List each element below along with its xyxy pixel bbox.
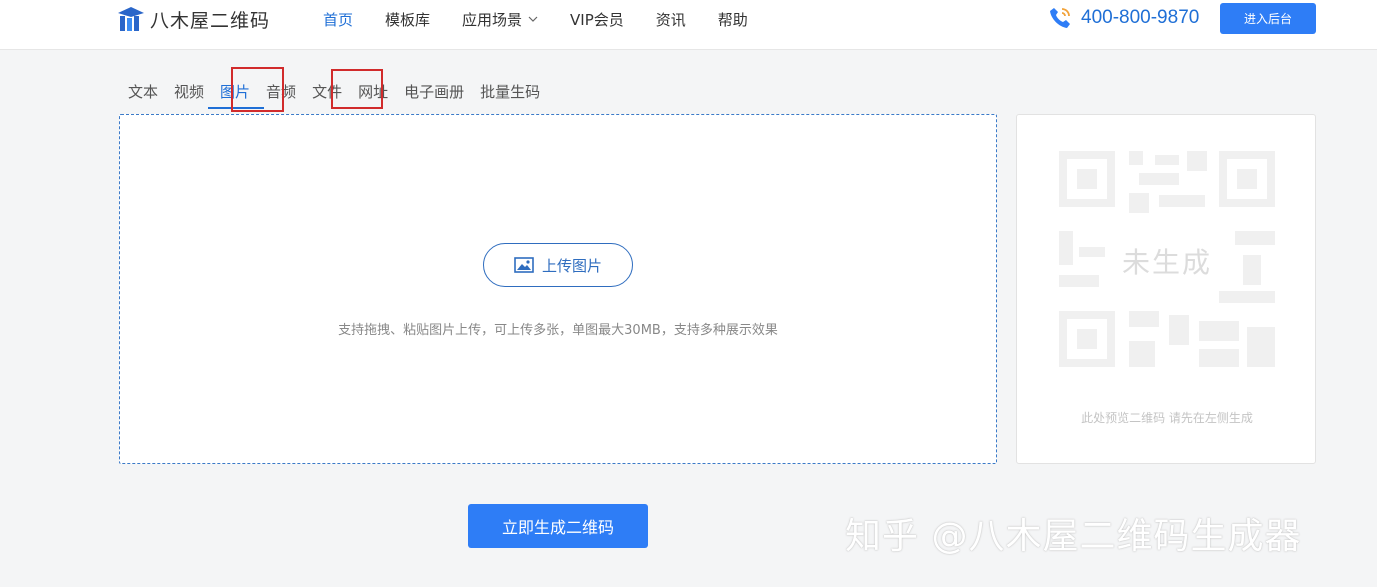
phone-icon [1050, 8, 1070, 28]
nav-home[interactable]: 首页 [323, 8, 353, 30]
nav-home-label: 首页 [323, 10, 354, 29]
zhihu-watermark: 知乎 @八木屋二维码生成器 [845, 516, 1302, 557]
logo-icon [118, 7, 144, 31]
upload-image-button[interactable]: 上传图片 [483, 243, 633, 287]
nav-news-label: 资讯 [655, 10, 686, 29]
nav-news[interactable]: 资讯 [656, 8, 686, 30]
phone-number: 400-800-9870 [1081, 7, 1200, 28]
preview-tip: 此处预览二维码 请先在左侧生成 [1081, 411, 1253, 425]
logo[interactable]: 八木屋二维码 [116, 4, 270, 34]
chevron-down-icon [528, 16, 538, 22]
nav-vip-label: VIP会员 [570, 10, 624, 29]
image-icon [514, 257, 534, 273]
upload-tip: 支持拖拽、粘贴图片上传，可上传多张，单图最大30MB，支持多种展示效果 [338, 323, 778, 338]
tab-ebook-label: 电子画册 [404, 82, 465, 101]
enter-admin-button[interactable]: 进入后台 [1220, 3, 1316, 34]
nav-help-label: 帮助 [717, 10, 748, 29]
tab-batch[interactable]: 批量生码 [472, 78, 548, 104]
main-nav: 首页 模板库 应用场景 VIP会员 资讯 帮助 [323, 8, 780, 30]
nav-vip[interactable]: VIP会员 [570, 8, 624, 30]
tab-text[interactable]: 文本 [120, 78, 166, 104]
nav-templates-label: 模板库 [385, 10, 431, 29]
image-dropzone[interactable]: 上传图片 支持拖拽、粘贴图片上传，可上传多张，单图最大30MB，支持多种展示效果 [119, 114, 997, 464]
tab-video-label: 视频 [174, 82, 205, 101]
nav-scenarios[interactable]: 应用场景 [462, 8, 538, 30]
logo-text: 八木屋二维码 [150, 9, 271, 32]
top-header: 八木屋二维码 首页 模板库 应用场景 VIP会员 资讯 帮助 400-800-9… [0, 0, 1377, 50]
tab-batch-label: 批量生码 [480, 82, 541, 101]
generate-qr-button[interactable]: 立即生成二维码 [468, 504, 648, 548]
tab-video[interactable]: 视频 [166, 78, 212, 104]
qr-preview-panel: 未生成 此处预览二维码 请先在左侧生成 [1016, 114, 1316, 464]
highlight-box-image-tab [231, 67, 284, 112]
nav-scenarios-label: 应用场景 [462, 10, 523, 29]
phone-contact: 400-800-9870 [1047, 5, 1199, 31]
qr-not-generated-label: 未生成 [1121, 246, 1212, 279]
upload-image-label: 上传图片 [541, 256, 602, 275]
tab-text-label: 文本 [128, 82, 159, 101]
nav-help[interactable]: 帮助 [718, 8, 748, 30]
tab-ebook[interactable]: 电子画册 [396, 78, 472, 104]
nav-templates[interactable]: 模板库 [385, 8, 430, 30]
highlight-box-file-tab [331, 69, 383, 109]
